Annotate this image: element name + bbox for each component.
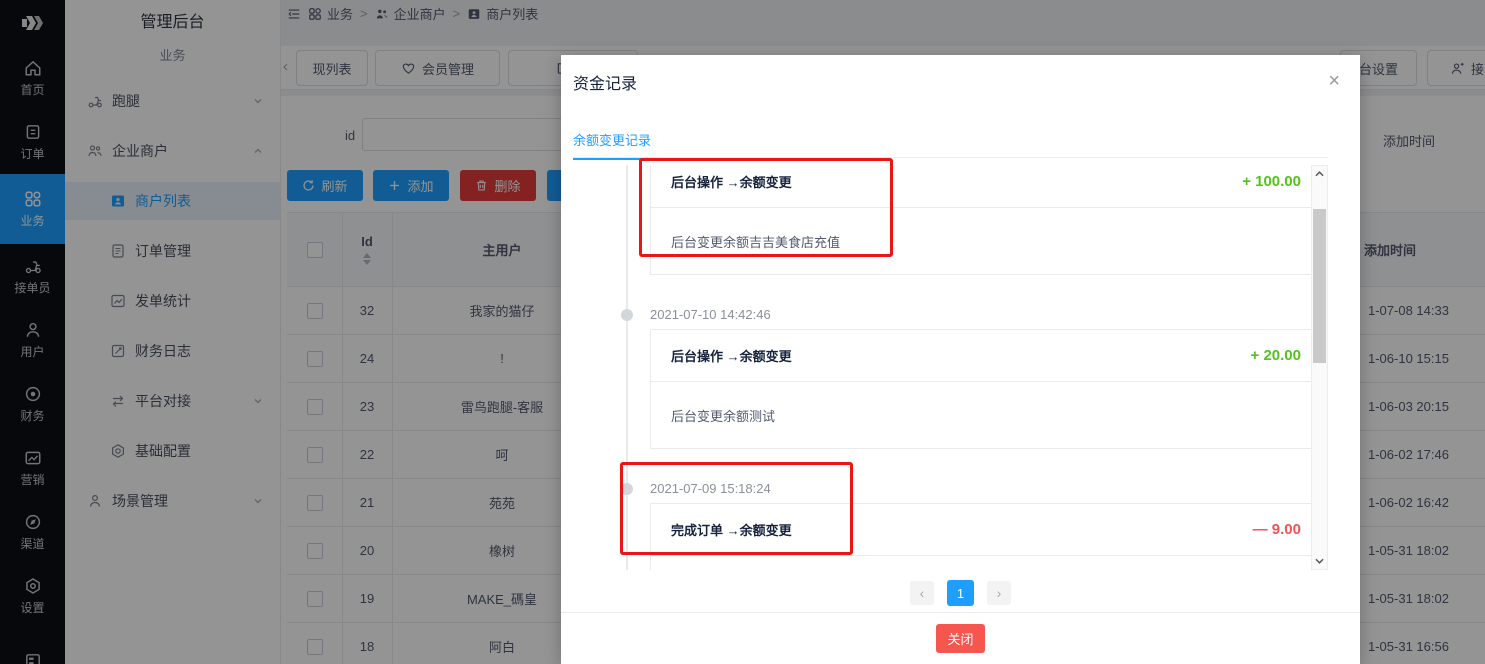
page-prev-button[interactable]: ‹ <box>910 581 934 605</box>
scroll-up-arrow[interactable] <box>1312 166 1327 182</box>
modal-title: 资金记录 <box>573 70 637 94</box>
close-modal-button[interactable]: 关闭 <box>936 624 985 653</box>
scrollbar-thumb[interactable] <box>1313 209 1326 363</box>
record-amount: + 100.00 <box>1242 173 1301 190</box>
annotation-box-bottom <box>620 462 853 555</box>
record-title: 后台操作 →余额变更 <box>671 346 792 365</box>
timeline-dot <box>621 309 633 321</box>
annotation-box-top <box>639 158 893 257</box>
modal-footer: 关闭 <box>561 612 1360 664</box>
scroll-down-arrow[interactable] <box>1312 553 1327 569</box>
page-next-button[interactable]: › <box>987 581 1011 605</box>
record-amount: + 20.00 <box>1251 347 1301 364</box>
tab-balance-change-records[interactable]: 余额变更记录 <box>573 130 651 160</box>
record-remark: 后台变更余额测试 <box>651 382 1321 448</box>
record-time: 2021-07-10 14:42:46 <box>650 307 771 322</box>
record-amount: — 9.00 <box>1253 521 1301 538</box>
modal-tab-bar: 余额变更记录 <box>573 130 1328 158</box>
modal-scrollbar[interactable] <box>1311 165 1328 570</box>
page-number-current[interactable]: 1 <box>947 580 974 606</box>
fund-records-modal: 资金记录 × 余额变更记录 后台操作 →余额变更 + 100.00 后台变更余额… <box>561 55 1360 664</box>
record-entry: 2021-07-10 14:42:46 后台操作 →余额变更 + 20.00 后… <box>573 299 1340 449</box>
close-icon[interactable]: × <box>1328 71 1340 91</box>
pagination: ‹ 1 › <box>561 580 1360 606</box>
record-remark <box>651 556 1321 570</box>
